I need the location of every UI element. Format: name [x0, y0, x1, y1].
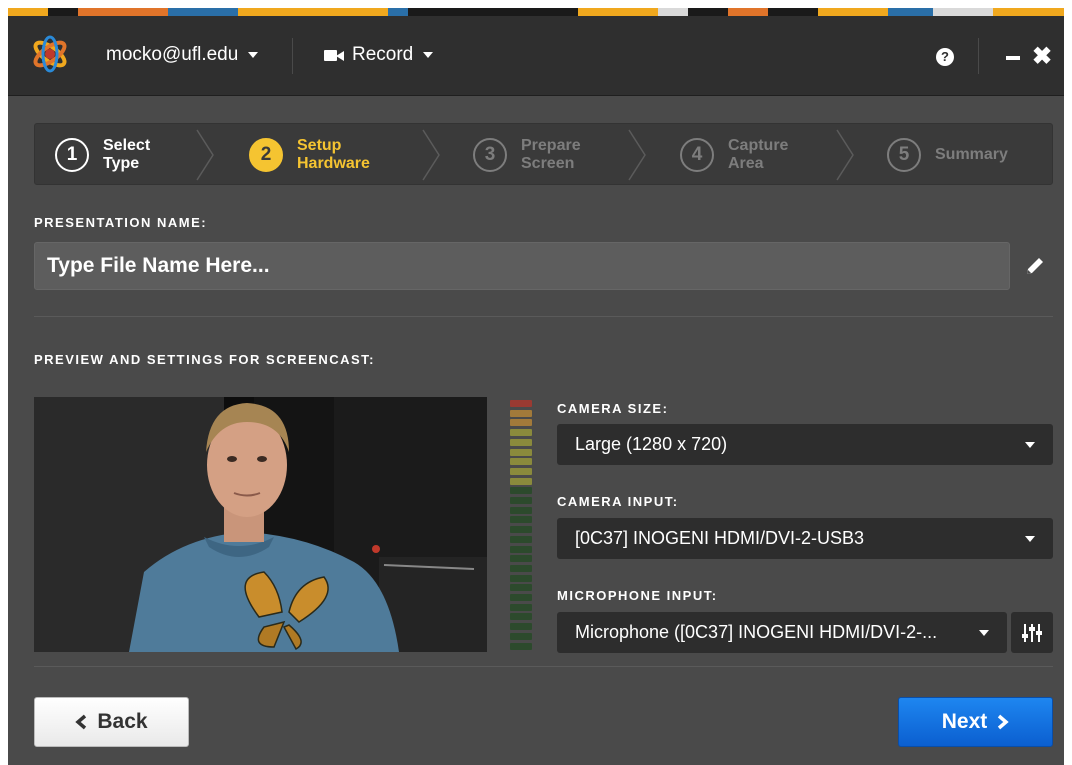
next-label: Next	[941, 710, 988, 733]
title-bar: mocko@ufl.edu Record ? ✖	[8, 16, 1064, 96]
preview-settings-heading: PREVIEW AND SETTINGS FOR SCREENCAST:	[34, 352, 375, 367]
step-number: 3	[473, 138, 507, 172]
video-camera-icon	[324, 49, 344, 61]
back-button[interactable]: Back	[34, 697, 189, 747]
meter-segment	[510, 574, 532, 582]
app-window: mocko@ufl.edu Record ? ✖ 1 Select Type 2…	[8, 8, 1064, 765]
chevron-down-icon	[1025, 536, 1035, 542]
meter-segment	[510, 448, 532, 456]
meter-segment	[510, 419, 532, 427]
meter-segment	[510, 535, 532, 543]
title-separator	[978, 38, 979, 74]
chevron-left-icon	[75, 714, 87, 730]
meter-segment	[510, 400, 532, 407]
step-number: 2	[249, 138, 283, 172]
step-select-type[interactable]: 1 Select Type	[55, 124, 150, 186]
step-label-line1: Capture	[728, 137, 789, 154]
next-button[interactable]: Next	[898, 697, 1053, 747]
step-label-line1: Prepare	[521, 137, 581, 154]
camera-input-value: [0C37] INOGENI HDMI/DVI-2-USB3	[575, 528, 865, 548]
meter-segment	[510, 458, 532, 466]
meter-segment	[510, 632, 532, 640]
chevron-down-icon	[248, 52, 259, 58]
chevron-right-icon	[998, 714, 1009, 730]
section-divider	[34, 316, 1053, 317]
record-menu[interactable]: Record	[324, 44, 434, 66]
microphone-input-value: Microphone ([0C37] INOGENI HDMI/DVI-2-..…	[575, 622, 938, 642]
meter-segment	[510, 584, 532, 592]
account-email: mocko@ufl.edu	[106, 44, 239, 65]
help-icon[interactable]: ?	[936, 48, 954, 66]
chevron-down-icon	[1025, 442, 1035, 448]
minimize-icon[interactable]	[1006, 56, 1020, 60]
record-label: Record	[352, 44, 414, 65]
meter-segment	[510, 477, 532, 485]
audio-level-meter	[510, 400, 532, 652]
meter-segment	[510, 487, 532, 495]
meter-segment	[510, 438, 532, 446]
meter-segment	[510, 516, 532, 524]
step-number: 4	[680, 138, 714, 172]
step-chevron-icon	[196, 129, 214, 181]
presentation-name-heading: PRESENTATION NAME:	[34, 215, 208, 230]
chevron-down-icon	[979, 630, 989, 636]
back-label: Back	[97, 710, 148, 733]
step-chevron-icon	[836, 129, 854, 181]
meter-segment	[510, 467, 532, 475]
wizard-stepper: 1 Select Type 2 Setup Hardware 3 Prepare…	[34, 123, 1053, 185]
camera-size-label: CAMERA SIZE:	[557, 401, 669, 416]
step-label-line1: Setup	[297, 137, 342, 154]
meter-segment	[510, 564, 532, 572]
step-chevron-icon	[628, 129, 646, 181]
meter-segment	[510, 497, 532, 504]
step-label: Capture Area	[728, 137, 788, 173]
meter-segment	[510, 613, 532, 621]
step-setup-hardware[interactable]: 2 Setup Hardware	[249, 124, 370, 186]
meter-segment	[510, 603, 532, 611]
step-label-line2: Area	[728, 155, 764, 172]
close-icon[interactable]: ✖	[1032, 45, 1052, 69]
meter-segment	[510, 545, 532, 553]
pencil-icon[interactable]	[1024, 255, 1046, 277]
step-label: Summary	[935, 146, 1008, 164]
microphone-input-label: MICROPHONE INPUT:	[557, 588, 718, 603]
meter-segment	[510, 642, 532, 650]
section-divider	[34, 666, 1053, 667]
meter-segment	[510, 555, 532, 563]
meter-segment	[510, 623, 532, 631]
meter-segment	[510, 429, 532, 437]
camera-preview	[34, 397, 487, 652]
step-label-line1: Summary	[935, 146, 1008, 163]
step-label: Setup Hardware	[297, 137, 370, 173]
step-chevron-icon	[422, 129, 440, 181]
meter-segment	[510, 526, 532, 534]
camera-size-select[interactable]: Large (1280 x 720)	[557, 424, 1053, 465]
step-number: 1	[55, 138, 89, 172]
step-summary[interactable]: 5 Summary	[887, 124, 1008, 186]
step-label-line2: Screen	[521, 155, 575, 172]
meter-segment	[510, 409, 532, 417]
meter-segment	[510, 594, 532, 601]
step-number: 5	[887, 138, 921, 172]
step-label-line2: Type	[103, 155, 140, 172]
app-logo-icon	[31, 35, 69, 73]
step-label: Prepare Screen	[521, 137, 581, 173]
account-menu[interactable]: mocko@ufl.edu	[106, 44, 259, 66]
camera-size-value: Large (1280 x 720)	[575, 434, 728, 454]
mixer-icon	[1022, 623, 1042, 642]
camera-input-label: CAMERA INPUT:	[557, 494, 679, 509]
microphone-settings-button[interactable]	[1011, 612, 1053, 653]
brand-stripe	[8, 8, 1064, 16]
step-label-line2: Hardware	[297, 155, 370, 172]
microphone-input-select[interactable]: Microphone ([0C37] INOGENI HDMI/DVI-2-..…	[557, 612, 1007, 653]
step-label-line1: Select	[103, 137, 151, 154]
step-prepare-screen[interactable]: 3 Prepare Screen	[473, 124, 581, 186]
step-label: Select Type	[103, 137, 150, 173]
step-capture-area[interactable]: 4 Capture Area	[680, 124, 788, 186]
camera-input-select[interactable]: [0C37] INOGENI HDMI/DVI-2-USB3	[557, 518, 1053, 559]
meter-segment	[510, 506, 532, 514]
presentation-name-input[interactable]	[34, 242, 1010, 290]
title-separator	[292, 38, 293, 74]
chevron-down-icon	[423, 52, 434, 58]
